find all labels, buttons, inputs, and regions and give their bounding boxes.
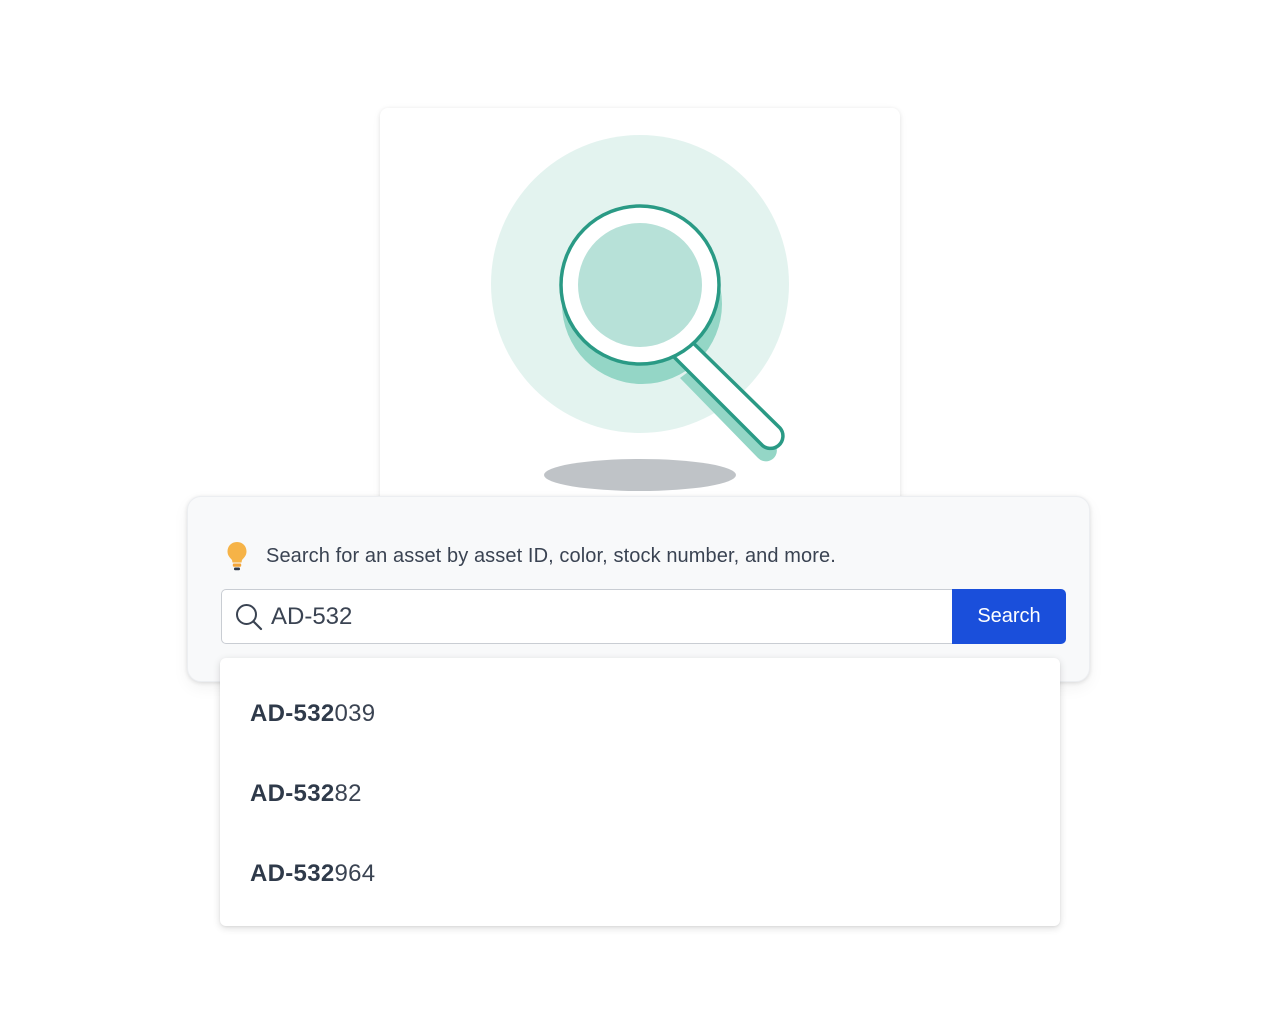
search-panel: Search for an asset by asset ID, color, … xyxy=(187,496,1090,682)
suggestion-rest: 039 xyxy=(334,700,376,727)
search-field[interactable] xyxy=(221,589,952,644)
suggestion-match: AD-532 xyxy=(250,860,335,887)
magnifier-illustration xyxy=(491,135,789,491)
search-bar: Search xyxy=(221,589,1066,644)
suggestion-item[interactable]: AD-532 82 xyxy=(220,754,1060,834)
search-hint-text: Search for an asset by asset ID, color, … xyxy=(266,544,836,567)
suggestion-item[interactable]: AD-532 039 xyxy=(220,674,1060,754)
search-input[interactable] xyxy=(271,590,952,643)
suggestion-item[interactable]: AD-532 964 xyxy=(220,834,1060,914)
suggestion-rest: 82 xyxy=(334,780,362,807)
search-icon xyxy=(235,603,263,631)
lightbulb-icon xyxy=(226,541,248,571)
search-hint: Search for an asset by asset ID, color, … xyxy=(226,539,836,573)
illustration-card xyxy=(380,108,900,528)
suggestion-rest: 964 xyxy=(334,860,376,887)
suggestion-match: AD-532 xyxy=(250,780,335,807)
search-button[interactable]: Search xyxy=(952,589,1066,644)
suggestions-dropdown: AD-532 039 AD-532 82 AD-532 964 xyxy=(220,658,1060,926)
suggestion-match: AD-532 xyxy=(250,700,335,727)
